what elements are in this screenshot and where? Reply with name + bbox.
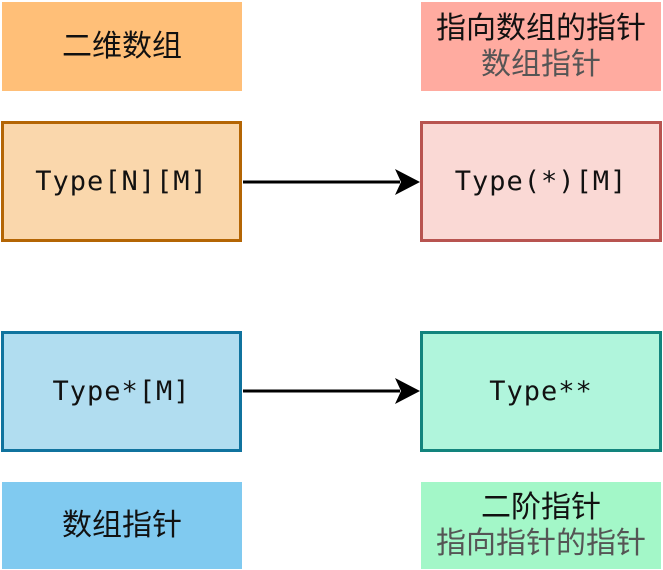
arrow-row1 <box>243 169 420 195</box>
arrow-row2 <box>243 378 420 404</box>
arrows-layer <box>243 169 420 404</box>
